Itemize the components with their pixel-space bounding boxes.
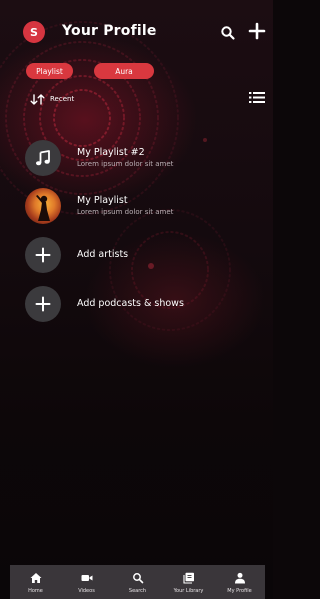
playlist-item-my-playlist-2[interactable]: My Playlist #2 Lorem ipsum dolor sit ame… (25, 140, 255, 176)
nav-item-search[interactable]: Search (114, 565, 162, 599)
search-icon (132, 573, 143, 584)
search-icon[interactable] (220, 25, 236, 41)
add-artists-item[interactable]: Add artists (25, 237, 255, 273)
nav-label: My Profile (227, 588, 252, 594)
sort-arrows-icon (30, 93, 45, 105)
nav-label: Videos (78, 588, 95, 594)
nav-item-my-profile[interactable]: My Profile (216, 565, 264, 599)
add-podcasts-label: Add podcasts & shows (77, 298, 184, 309)
nav-item-videos[interactable]: Videos (63, 565, 111, 599)
profile-screen: S Your Profile Playlist Aura Recent My P… (0, 0, 273, 599)
nav-item-your-library[interactable]: Your Library (165, 565, 213, 599)
plus-icon (35, 296, 51, 312)
playlist-thumb (25, 140, 61, 176)
video-camera-icon (81, 575, 92, 581)
playlist-item-my-playlist[interactable]: My Playlist Lorem ipsum dolor sit amet (25, 188, 255, 224)
filter-chip-playlist[interactable]: Playlist (26, 63, 73, 79)
header: S Your Profile (0, 0, 273, 60)
add-podcasts-thumb (25, 286, 61, 322)
library-icon (182, 572, 194, 584)
sort-control[interactable]: Recent (30, 93, 74, 105)
sort-label: Recent (50, 95, 75, 103)
filter-chip-aura[interactable]: Aura (94, 63, 154, 79)
playlist-subtitle: Lorem ipsum dolor sit amet (77, 160, 174, 168)
silhouette-figure (36, 195, 50, 221)
add-artists-thumb (25, 237, 61, 273)
nav-item-home[interactable]: Home (12, 565, 60, 599)
list-view-icon[interactable] (249, 91, 265, 104)
music-note-icon (36, 150, 50, 166)
home-icon (30, 573, 41, 583)
add-artists-label: Add artists (77, 249, 129, 260)
person-icon (234, 572, 245, 584)
bottom-nav: Home Videos Search Your Library My Profi… (10, 565, 265, 599)
playlist-cover-image (25, 188, 61, 224)
plus-icon (35, 247, 51, 263)
plus-icon[interactable] (248, 22, 266, 40)
nav-label: Your Library (173, 588, 204, 594)
playlist-title: My Playlist #2 (77, 147, 145, 158)
add-podcasts-item[interactable]: Add podcasts & shows (25, 286, 255, 322)
page-title: Your Profile (62, 23, 157, 39)
playlist-title: My Playlist (77, 195, 128, 206)
avatar[interactable]: S (23, 21, 45, 43)
playlist-subtitle: Lorem ipsum dolor sit amet (77, 208, 174, 216)
nav-label: Search (128, 588, 147, 594)
nav-label: Home (28, 588, 43, 594)
